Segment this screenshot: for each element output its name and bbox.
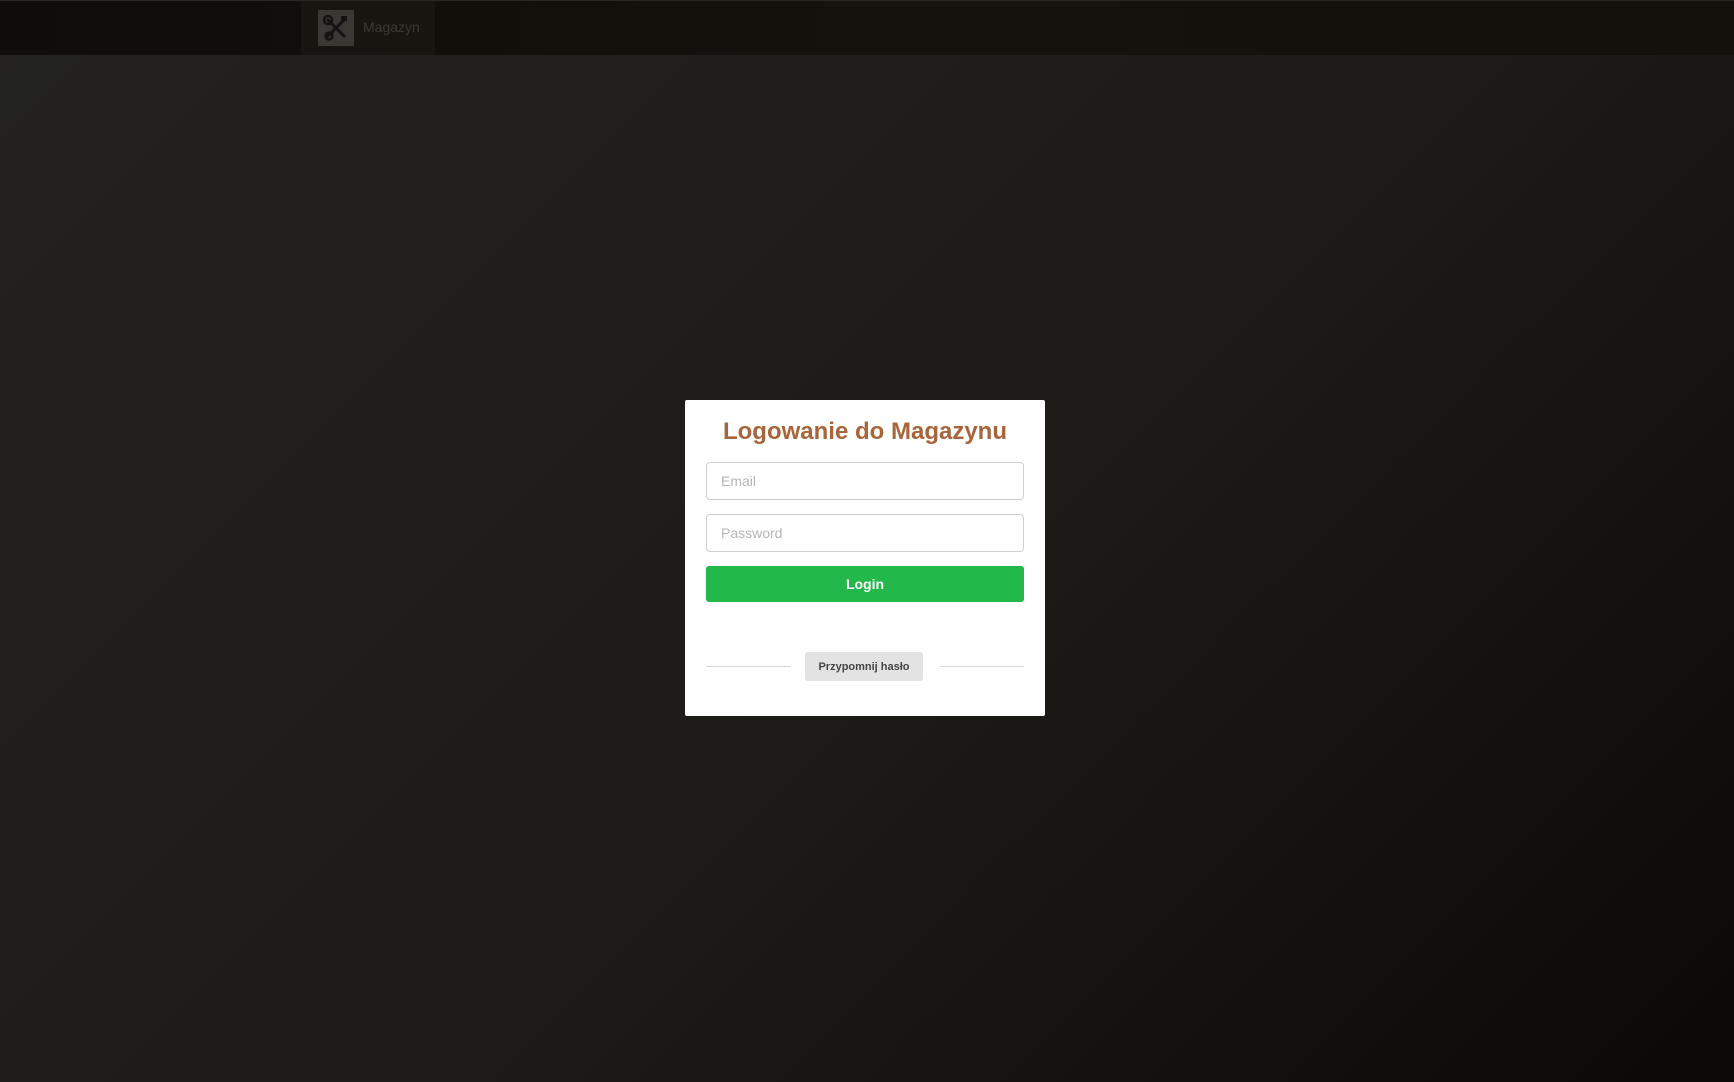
password-field[interactable] [706, 514, 1024, 552]
divider-right [940, 666, 1024, 667]
remind-password-button[interactable]: Przypomnij hasło [805, 652, 923, 681]
email-field[interactable] [706, 462, 1024, 500]
top-navbar: Magazyn [0, 0, 1734, 55]
login-panel: Logowanie do Magazynu Login Przypomnij h… [685, 400, 1045, 716]
login-button[interactable]: Login [706, 566, 1024, 602]
tools-icon [318, 10, 354, 46]
brand-link[interactable]: Magazyn [301, 1, 435, 55]
login-title: Logowanie do Magazynu [722, 418, 1007, 445]
divider-left [706, 666, 791, 667]
brand-name: Magazyn [363, 19, 420, 35]
